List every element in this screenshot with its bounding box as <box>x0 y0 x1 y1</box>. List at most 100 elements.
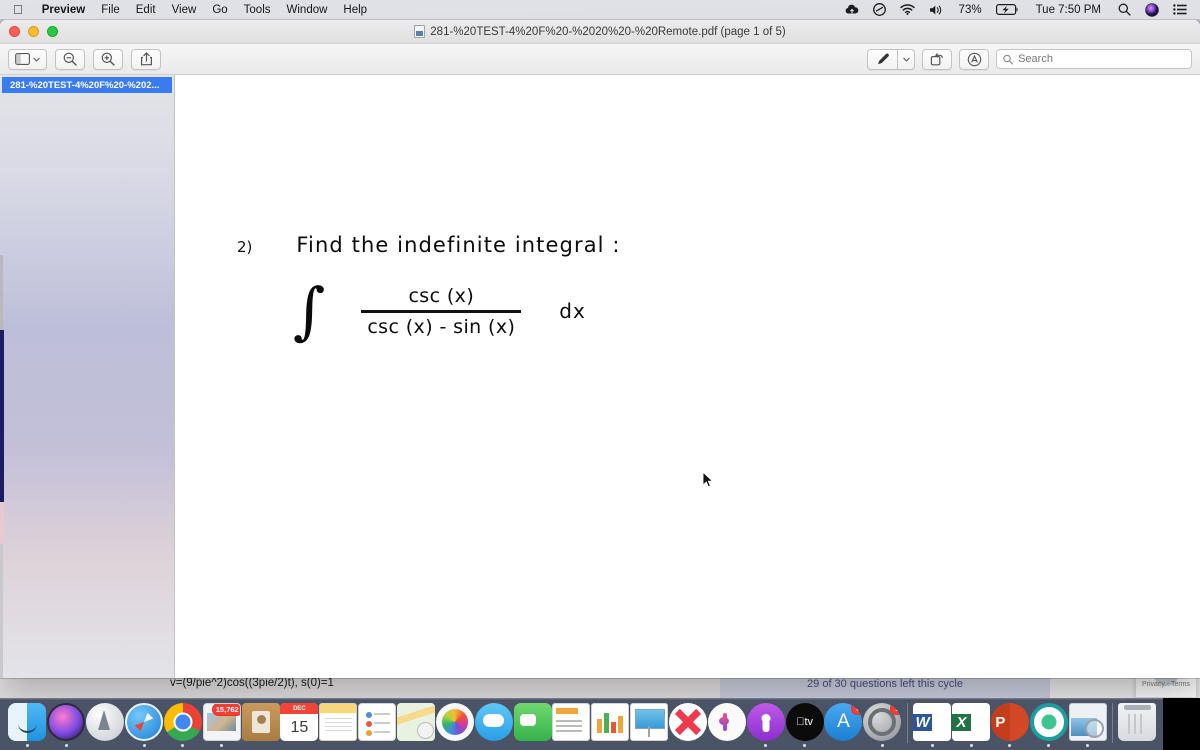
dock-item-calendar[interactable]: DEC 15 <box>280 699 319 747</box>
dock-item-facetime[interactable] <box>513 699 552 747</box>
numbers-icon <box>591 703 630 741</box>
dock-item-podcasts[interactable] <box>746 699 785 747</box>
differential-dx: dx <box>559 299 586 324</box>
dock-item-chrome[interactable] <box>163 699 202 747</box>
excel-icon: X <box>952 703 990 741</box>
dock-item-photos[interactable] <box>435 699 474 747</box>
dock: 15,762 DEC 15 tvA8 1W X P <box>0 698 1163 750</box>
calendar-month-label: DEC <box>280 703 319 714</box>
markup-chevron-button[interactable] <box>897 48 915 70</box>
menu-item-file[interactable]: File <box>93 4 128 16</box>
cloud-upload-icon[interactable] <box>838 4 866 15</box>
sidebar-toggle-button[interactable] <box>8 48 47 70</box>
podcasts-icon <box>746 703 785 741</box>
appletv-icon: tv <box>785 703 824 741</box>
dock-item-messages[interactable] <box>474 699 513 747</box>
window-titlebar[interactable]: 281-%20TEST-4%20F%20-%2020%20-%20Remote.… <box>0 20 1200 44</box>
menu-item-tools[interactable]: Tools <box>236 4 279 16</box>
notification-center-icon[interactable] <box>1166 4 1194 15</box>
dock-item-launchpad[interactable] <box>86 699 125 747</box>
chrome-running-indicator <box>181 744 185 747</box>
teal-app-running-indicator <box>1047 744 1051 747</box>
dock-item-notes[interactable] <box>319 699 358 747</box>
dock-item-numbers[interactable] <box>591 699 630 747</box>
notes-running-indicator <box>337 744 340 747</box>
dock-item-reminders[interactable] <box>358 699 397 747</box>
dock-item-keynote[interactable] <box>630 699 669 747</box>
dock-item-news[interactable] <box>669 699 708 747</box>
keynote-icon <box>630 703 669 741</box>
reminders-icon <box>358 703 397 741</box>
thumbnail-sidebar[interactable]: 281-%20TEST-4%20F%20-%202... <box>0 75 175 678</box>
dock-item-maps[interactable] <box>397 699 436 747</box>
spotlight-search-icon[interactable] <box>1111 3 1138 16</box>
toolbar-right-group <box>867 48 1192 70</box>
dock-item-systemprefs[interactable]: 1 <box>863 699 902 747</box>
dock-item-powerpoint[interactable]: P <box>990 699 1029 747</box>
rotate-button[interactable] <box>922 48 952 70</box>
teal-app-icon <box>1029 703 1068 741</box>
search-input[interactable] <box>1018 53 1185 65</box>
window-toolbar <box>0 44 1200 75</box>
menu-bar-clock[interactable]: Tue 7:50 PM <box>1026 4 1111 16</box>
dock-item-contacts[interactable] <box>241 699 280 747</box>
background-edge-grey-top <box>0 255 3 330</box>
menu-item-preview[interactable]: Preview <box>34 4 93 16</box>
siri-icon[interactable] <box>1138 2 1166 17</box>
menu-item-go[interactable]: Go <box>204 4 235 16</box>
dock-item-word[interactable]: W <box>913 699 952 747</box>
dock-item-appstore[interactable]: A8 <box>824 699 863 747</box>
word-icon: W <box>913 703 952 741</box>
dock-item-mail[interactable]: 15,762 <box>202 699 241 747</box>
dock-item-teal-app[interactable] <box>1029 699 1068 747</box>
search-field-container[interactable] <box>996 49 1192 69</box>
close-window-button[interactable] <box>9 26 20 37</box>
sidebar-thumbnail-area <box>0 93 174 678</box>
battery-charging-icon[interactable] <box>989 4 1026 15</box>
powerpoint-letter: P <box>990 703 1010 741</box>
screen:  Preview File Edit View Go Tools Window… <box>0 0 1200 750</box>
zoom-out-button[interactable] <box>55 48 85 70</box>
trash-running-indicator <box>1136 744 1139 747</box>
excel-running-indicator <box>969 744 973 747</box>
dock-item-excel[interactable]: X <box>952 699 991 747</box>
dock-item-trash[interactable] <box>1118 699 1157 747</box>
speaker-volume-icon[interactable] <box>922 4 952 16</box>
dock-item-safari[interactable] <box>125 699 164 747</box>
dock-item-pages[interactable] <box>552 699 591 747</box>
menu-item-window[interactable]: Window <box>279 4 336 16</box>
dock-item-music[interactable] <box>707 699 746 747</box>
window-traffic-lights <box>0 26 58 37</box>
menu-item-view[interactable]: View <box>164 4 205 16</box>
zoom-in-button[interactable] <box>93 48 123 70</box>
recaptcha-privacy-terms[interactable]: Privacy - Terms <box>1136 681 1196 688</box>
finder-running-indicator <box>25 744 29 747</box>
minimize-window-button[interactable] <box>28 26 39 37</box>
dock-item-preview[interactable] <box>1068 699 1107 747</box>
sidebar-item-document-thumbnail[interactable]: 281-%20TEST-4%20F%20-%202... <box>2 77 172 93</box>
maps-running-indicator <box>415 744 418 747</box>
zoom-window-button[interactable] <box>47 26 58 37</box>
chrome-icon <box>163 703 202 741</box>
dock-item-finder[interactable] <box>8 699 47 747</box>
wifi-icon[interactable] <box>893 4 922 15</box>
dropbox-icon[interactable] <box>866 3 893 16</box>
dock-item-siri[interactable] <box>47 699 86 747</box>
notes-icon <box>319 703 358 741</box>
siri-icon <box>47 703 86 741</box>
music-icon <box>707 703 746 741</box>
menu-item-edit[interactable]: Edit <box>128 4 164 16</box>
facetime-icon <box>513 703 552 741</box>
annotate-button[interactable] <box>959 48 989 70</box>
markup-button-group <box>867 48 915 70</box>
menu-item-help[interactable]: Help <box>335 4 375 16</box>
markup-toolbar-button[interactable] <box>867 48 897 70</box>
fraction-numerator: csc (x) <box>408 285 475 307</box>
share-button[interactable] <box>131 48 161 70</box>
pdf-page-canvas[interactable]: 2) Find the indefinite integral : ∫ csc … <box>175 75 1200 678</box>
dock-item-appletv[interactable]: tv <box>785 699 824 747</box>
window-title-text: 281-%20TEST-4%20F%20-%2020%20-%20Remote.… <box>430 25 786 38</box>
preview-window: 281-%20TEST-4%20F%20-%2020%20-%20Remote.… <box>0 20 1200 678</box>
apple-logo-icon[interactable]:  <box>0 3 34 16</box>
safari-icon <box>125 703 163 741</box>
